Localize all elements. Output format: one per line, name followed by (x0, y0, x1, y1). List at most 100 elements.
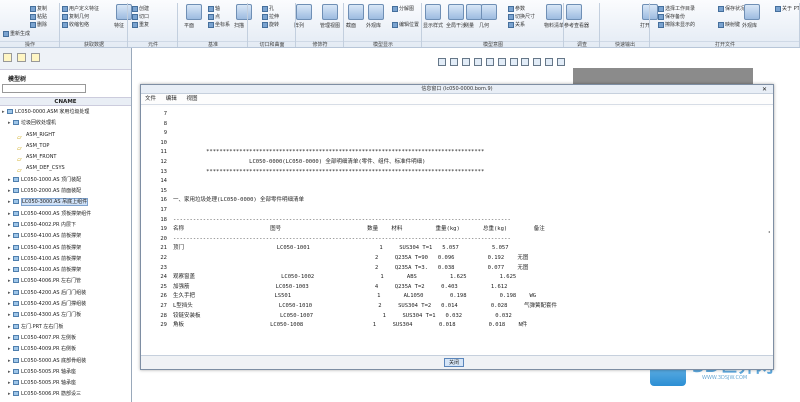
bom-button[interactable] (546, 4, 562, 20)
tree-search-input[interactable] (2, 84, 86, 93)
revolve-tool[interactable]: 旋转 (262, 21, 279, 29)
params-tool[interactable]: 参数 (508, 5, 525, 13)
feature-button[interactable] (116, 4, 132, 20)
delete-tool[interactable]: 删除 (30, 21, 47, 29)
tree-item[interactable]: ▸ LC050-5000.AS 底部骨组装 (0, 356, 131, 367)
spin-center-icon[interactable] (533, 58, 542, 66)
regenerate-tool[interactable]: 重新生成 (3, 30, 30, 38)
saved-views-icon[interactable] (497, 58, 506, 66)
perspective-icon[interactable] (545, 58, 554, 66)
zoom-fit-icon[interactable] (438, 58, 446, 66)
ref-viewer-button[interactable] (566, 4, 582, 20)
favorites-tab-icon[interactable] (30, 53, 40, 62)
save-copy-tool[interactable]: 保存备份 (658, 13, 685, 21)
geometry-check-button[interactable] (481, 4, 497, 20)
point-tool[interactable]: 点 (208, 13, 220, 21)
tree-item[interactable]: ▸ LC050-4002.PR 内层下 (0, 220, 131, 231)
ribbon-group-label[interactable]: 调查 (564, 41, 600, 48)
measure-button[interactable] (466, 4, 482, 20)
tree-item[interactable]: ▸ 垃圾回收处理机 (0, 118, 131, 129)
plane-button[interactable] (186, 4, 202, 20)
copy-geometry-tool[interactable]: 复制几何 (62, 13, 89, 21)
tree-item[interactable]: ▸ LC050-4200.AS 后门门组装 (0, 288, 131, 299)
tree-item[interactable]: ▸ LC050-2000.AS 前面装配 (0, 186, 131, 197)
tree-item[interactable]: ▸ LC050-4007.PR 左侧板 (0, 333, 131, 344)
tree-item[interactable]: ▱ ASM_RIGHT (0, 130, 131, 141)
folder-tab-icon[interactable] (16, 53, 26, 62)
display-style-icon[interactable] (485, 58, 494, 66)
tree-column-header[interactable]: CNAME (0, 97, 131, 106)
zoom-out-icon[interactable] (461, 58, 470, 66)
tree-item[interactable]: ▸ 左门.PRT 左右门板 (0, 322, 131, 333)
annotation-icon[interactable] (521, 58, 530, 66)
close-icon[interactable]: ✕ (762, 86, 767, 93)
manage-view-button[interactable] (322, 4, 338, 20)
hole-tool[interactable]: 孔 (262, 5, 274, 13)
save-state-tool[interactable]: 保存状况 (718, 5, 745, 13)
edit-position-tool[interactable]: 编辑位置 (392, 21, 419, 29)
tree-item[interactable]: ▸ LC050-4100.AS 前板撑架 (0, 231, 131, 242)
tree-item[interactable]: ▸ LC050-1000.AS 顶门装配 (0, 175, 131, 186)
ribbon-group-label[interactable]: 打开文件 (650, 41, 800, 48)
tree-item[interactable]: ▸ LC050-3000.AS 吊底上组件 (0, 197, 131, 208)
tree-item[interactable]: ▸ LC050-4100.AS 前板撑架 (0, 254, 131, 265)
ribbon-group-label[interactable]: 基准 (178, 41, 248, 48)
ribbon-group-label[interactable]: 修饰符 (296, 41, 344, 48)
global-interference-button[interactable] (448, 4, 464, 20)
tree-item[interactable]: ▸ LC050-4100.AS 前板撑架 (0, 265, 131, 276)
tree-item[interactable]: ▸ LC050-5005.PR 轴承座 (0, 378, 131, 389)
explode-tool[interactable]: 分解图 (392, 5, 414, 13)
ribbon-group-label[interactable]: 操作 (0, 41, 60, 48)
tree-item[interactable]: ▸ LC050-4006.PR 左右门管 (0, 276, 131, 287)
pattern-button[interactable] (296, 4, 312, 20)
appearance2-button[interactable] (744, 4, 760, 20)
tree-item[interactable]: ▸ LC050-0000.ASM 家用垃圾处理 (0, 107, 131, 118)
ribbon-group-label[interactable]: 快速输出 (600, 41, 650, 48)
tree-item[interactable]: ▱ ASM_FRONT (0, 152, 131, 163)
tree-item[interactable]: ▸ LC050-5005.PR 轴承座 (0, 367, 131, 378)
tree-item[interactable]: ▸ LC050-4200.AS 后门撑组装 (0, 299, 131, 310)
erase-tool[interactable]: 擦除未显示的 (658, 21, 695, 29)
axis-tool[interactable]: 轴 (208, 5, 220, 13)
map-tool[interactable]: 映射键 (718, 21, 740, 29)
ribbon-group-label[interactable]: 获取数据 (60, 41, 128, 48)
copy-tool[interactable]: 复制 (30, 5, 47, 13)
csys-tool[interactable]: 坐标系 (208, 21, 230, 29)
datum-display-icon[interactable] (509, 58, 518, 66)
menu-edit[interactable]: 编辑 (166, 96, 177, 102)
paste-tool[interactable]: 粘贴 (30, 13, 47, 21)
zoom-in-icon[interactable] (449, 58, 458, 66)
repaint-icon[interactable] (473, 58, 482, 66)
section-button[interactable] (348, 4, 364, 20)
ribbon-group-label[interactable]: 切口和曲面 (248, 41, 296, 48)
ribbon-group-label[interactable]: 模型意图 (422, 41, 564, 48)
appearance-button[interactable] (368, 4, 384, 20)
ribbon-group-label[interactable]: 元件 (128, 41, 178, 48)
tree-item[interactable]: ▱ ASM_DEF_CSYS (0, 163, 131, 174)
model-tree-tab-icon[interactable] (3, 53, 12, 62)
create-tool[interactable]: 创建 (132, 5, 149, 13)
menu-file[interactable]: 文件 (145, 96, 156, 102)
repeat-tool[interactable]: 重复 (132, 21, 149, 29)
tree-item[interactable]: ▸ LC050-4100.AS 前板撑架 (0, 243, 131, 254)
bom-text-content[interactable]: 7 8 9 10 11 ********************************… (141, 107, 773, 355)
tree-item[interactable]: ▸ LC050-4300.AS 左门门板 (0, 310, 131, 321)
switch-size-tool[interactable]: 切换尺寸 (508, 13, 535, 21)
open-button[interactable] (642, 4, 658, 20)
select-dir-tool[interactable]: 选择工作目录 (658, 5, 695, 13)
close-button[interactable]: 关闭 (444, 358, 464, 367)
ribbon-group-label[interactable]: 模型显示 (344, 41, 422, 48)
tree-item[interactable]: ▸ LC050-4000.AS 顶板撑架组件 (0, 209, 131, 220)
display-style-button[interactable] (425, 4, 441, 20)
user-feature-tool[interactable]: 用户定义特征 (62, 5, 99, 13)
cut-tool[interactable]: 切口 (132, 13, 149, 21)
tree-item[interactable]: ▸ LC050-4009.PR 右侧板 (0, 344, 131, 355)
menu-view[interactable]: 视图 (187, 96, 198, 102)
about-tool[interactable]: 关于 PTC (775, 5, 800, 13)
tree-item[interactable]: ▱ ASM_TOP (0, 141, 131, 152)
shrinkwrap-tool[interactable]: 收缩包络 (62, 21, 89, 29)
appearance-icon[interactable] (557, 58, 566, 66)
extrude-tool[interactable]: 拉伸 (262, 13, 279, 21)
sweep-button[interactable] (236, 4, 252, 20)
tree-item[interactable]: ▸ LC050-5006.PR 筋部设三 (0, 389, 131, 400)
